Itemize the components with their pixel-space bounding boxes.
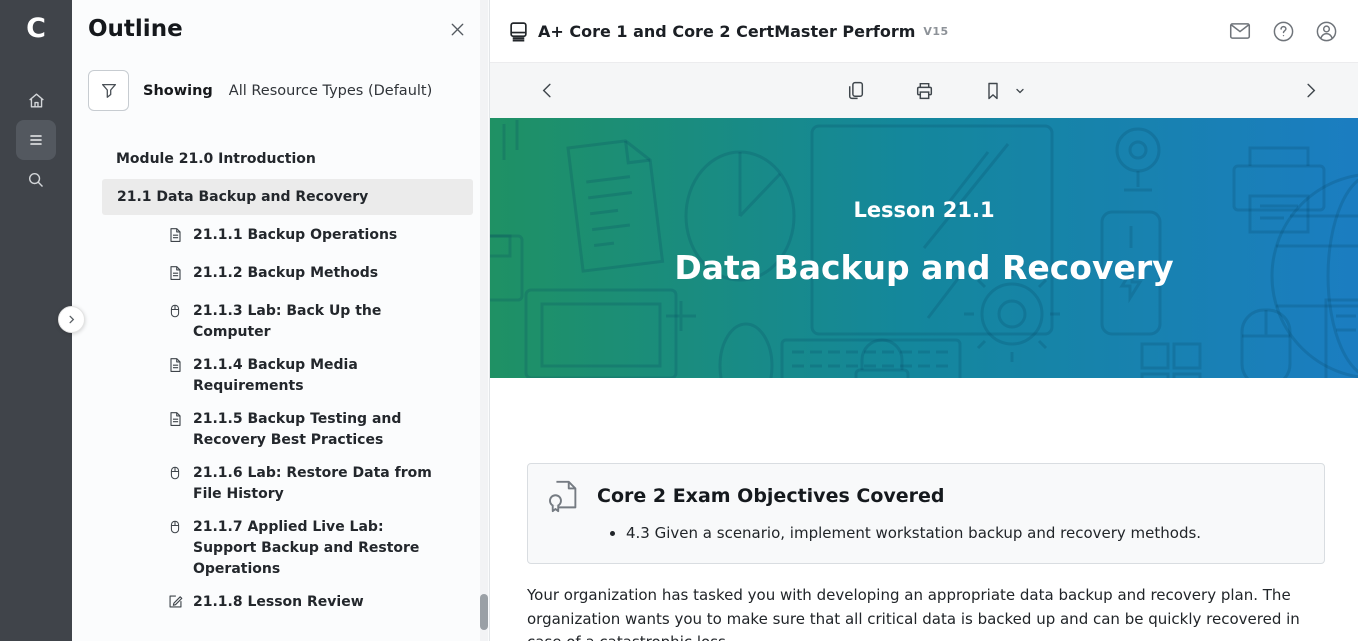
chevron-right-icon xyxy=(1301,81,1320,100)
lesson-title: Data Backup and Recovery xyxy=(490,248,1358,287)
account-button[interactable] xyxy=(1315,20,1338,43)
panel-expand-button[interactable] xyxy=(58,306,85,333)
outline-item-21-1-8[interactable]: 21.1.8 Lesson Review xyxy=(72,592,489,618)
outline-item-21-1-5[interactable]: 21.1.5 Backup Testing and Recovery Best … xyxy=(72,409,489,451)
chevron-left-icon xyxy=(538,81,557,100)
outline-item-label: 21.1.1 Backup Operations xyxy=(193,225,397,246)
close-outline-button[interactable] xyxy=(448,20,467,39)
chevron-down-icon xyxy=(1013,84,1027,98)
document-icon xyxy=(168,227,183,243)
outline-scrollbar-thumb[interactable] xyxy=(480,594,488,630)
outline-menu-button[interactable] xyxy=(16,120,56,160)
outline-item-label: 21.1 Data Backup and Recovery xyxy=(117,189,368,205)
lesson-toolbar xyxy=(490,62,1358,118)
outline-item-label: 21.1.6 Lab: Restore Data from File Histo… xyxy=(193,463,443,505)
home-icon xyxy=(27,91,46,110)
messages-button[interactable] xyxy=(1228,19,1252,43)
objective-item: 4.3 Given a scenario, implement workstat… xyxy=(626,522,1304,545)
help-icon xyxy=(1272,20,1295,43)
outline-item-21-1-4[interactable]: 21.1.4 Backup Media Requirements xyxy=(72,355,489,397)
course-header: A+ Core 1 and Core 2 CertMaster Perform … xyxy=(490,0,1358,62)
objectives-heading: Core 2 Exam Objectives Covered xyxy=(597,485,945,507)
lesson-number: Lesson 21.1 xyxy=(490,198,1358,222)
filter-value[interactable]: All Resource Types (Default) xyxy=(229,83,432,99)
mouse-icon xyxy=(168,303,183,319)
filter-row: Showing All Resource Types (Default) xyxy=(88,70,489,111)
menu-icon xyxy=(27,131,45,149)
main-area: A+ Core 1 and Core 2 CertMaster Perform … xyxy=(490,0,1358,641)
outline-item-label: 21.1.7 Applied Live Lab: Support Backup … xyxy=(193,517,443,580)
chevron-right-icon xyxy=(66,314,77,325)
outline-item-21-1-6[interactable]: 21.1.6 Lab: Restore Data from File Histo… xyxy=(72,463,489,505)
print-button[interactable] xyxy=(914,80,935,101)
account-icon xyxy=(1315,20,1338,43)
mouse-icon xyxy=(168,465,183,481)
copy-button[interactable] xyxy=(845,80,866,101)
outline-item-label: 21.1.5 Backup Testing and Recovery Best … xyxy=(193,409,443,451)
lesson-content: Core 2 Exam Objectives Covered 4.3 Given… xyxy=(490,378,1358,641)
outline-nav: Module 21.0 Introduction 21.1 Data Backu… xyxy=(72,143,489,641)
left-rail: C xyxy=(0,0,72,641)
help-button[interactable] xyxy=(1272,20,1295,43)
outline-item-label: 21.1.2 Backup Methods xyxy=(193,263,378,284)
previous-page-button[interactable] xyxy=(538,81,557,100)
outline-item-module-21-0[interactable]: Module 21.0 Introduction xyxy=(72,143,489,175)
bookmark-icon xyxy=(983,81,1003,101)
search-icon xyxy=(27,171,45,189)
pencil-icon xyxy=(168,594,183,609)
printer-icon xyxy=(914,80,935,101)
outline-item-21-1-2[interactable]: 21.1.2 Backup Methods xyxy=(72,263,489,289)
outline-header: Outline xyxy=(72,0,489,42)
outline-scrollbar-track[interactable] xyxy=(480,0,488,641)
lesson-intro-paragraph: Your organization has tasked you with de… xyxy=(527,584,1325,641)
document-icon xyxy=(168,411,183,427)
mouse-icon xyxy=(168,519,183,535)
outline-item-21-1-3[interactable]: 21.1.3 Lab: Back Up the Computer xyxy=(72,301,489,343)
document-icon xyxy=(168,265,183,281)
search-button[interactable] xyxy=(16,160,56,200)
outline-item-label: 21.1.4 Backup Media Requirements xyxy=(193,355,443,397)
book-icon xyxy=(508,21,529,42)
exam-objectives-card: Core 2 Exam Objectives Covered 4.3 Given… xyxy=(527,463,1325,564)
mail-icon xyxy=(1228,19,1252,43)
outline-item-21-1-1[interactable]: 21.1.1 Backup Operations xyxy=(72,225,489,251)
outline-item-label: 21.1.8 Lesson Review xyxy=(193,592,364,613)
next-page-button[interactable] xyxy=(1301,81,1320,100)
document-icon xyxy=(168,357,183,373)
course-title: A+ Core 1 and Core 2 CertMaster Perform xyxy=(538,22,915,41)
lesson-hero-banner: Lesson 21.1 Data Backup and Recovery xyxy=(490,118,1358,378)
bookmark-menu-button[interactable] xyxy=(1013,84,1027,98)
home-button[interactable] xyxy=(16,80,56,120)
copy-icon xyxy=(845,80,866,101)
funnel-icon xyxy=(100,82,118,100)
outline-panel: Outline Showing All Resource Types (Defa… xyxy=(72,0,490,641)
outline-item-21-2[interactable]: 21.2 Data Handling Best Practices xyxy=(102,630,473,641)
close-icon xyxy=(448,20,467,39)
outline-title: Outline xyxy=(88,16,183,42)
brand-logo: C xyxy=(26,10,46,48)
filter-button[interactable] xyxy=(88,70,129,111)
outline-item-label: 21.1.3 Lab: Back Up the Computer xyxy=(193,301,443,343)
certificate-document-icon xyxy=(546,478,582,514)
bookmark-button[interactable] xyxy=(983,81,1003,101)
outline-item-21-1-7[interactable]: 21.1.7 Applied Live Lab: Support Backup … xyxy=(72,517,489,580)
course-version-badge: V15 xyxy=(923,25,948,38)
outline-item-21-1[interactable]: 21.1 Data Backup and Recovery xyxy=(102,179,473,215)
showing-label: Showing xyxy=(143,83,213,99)
